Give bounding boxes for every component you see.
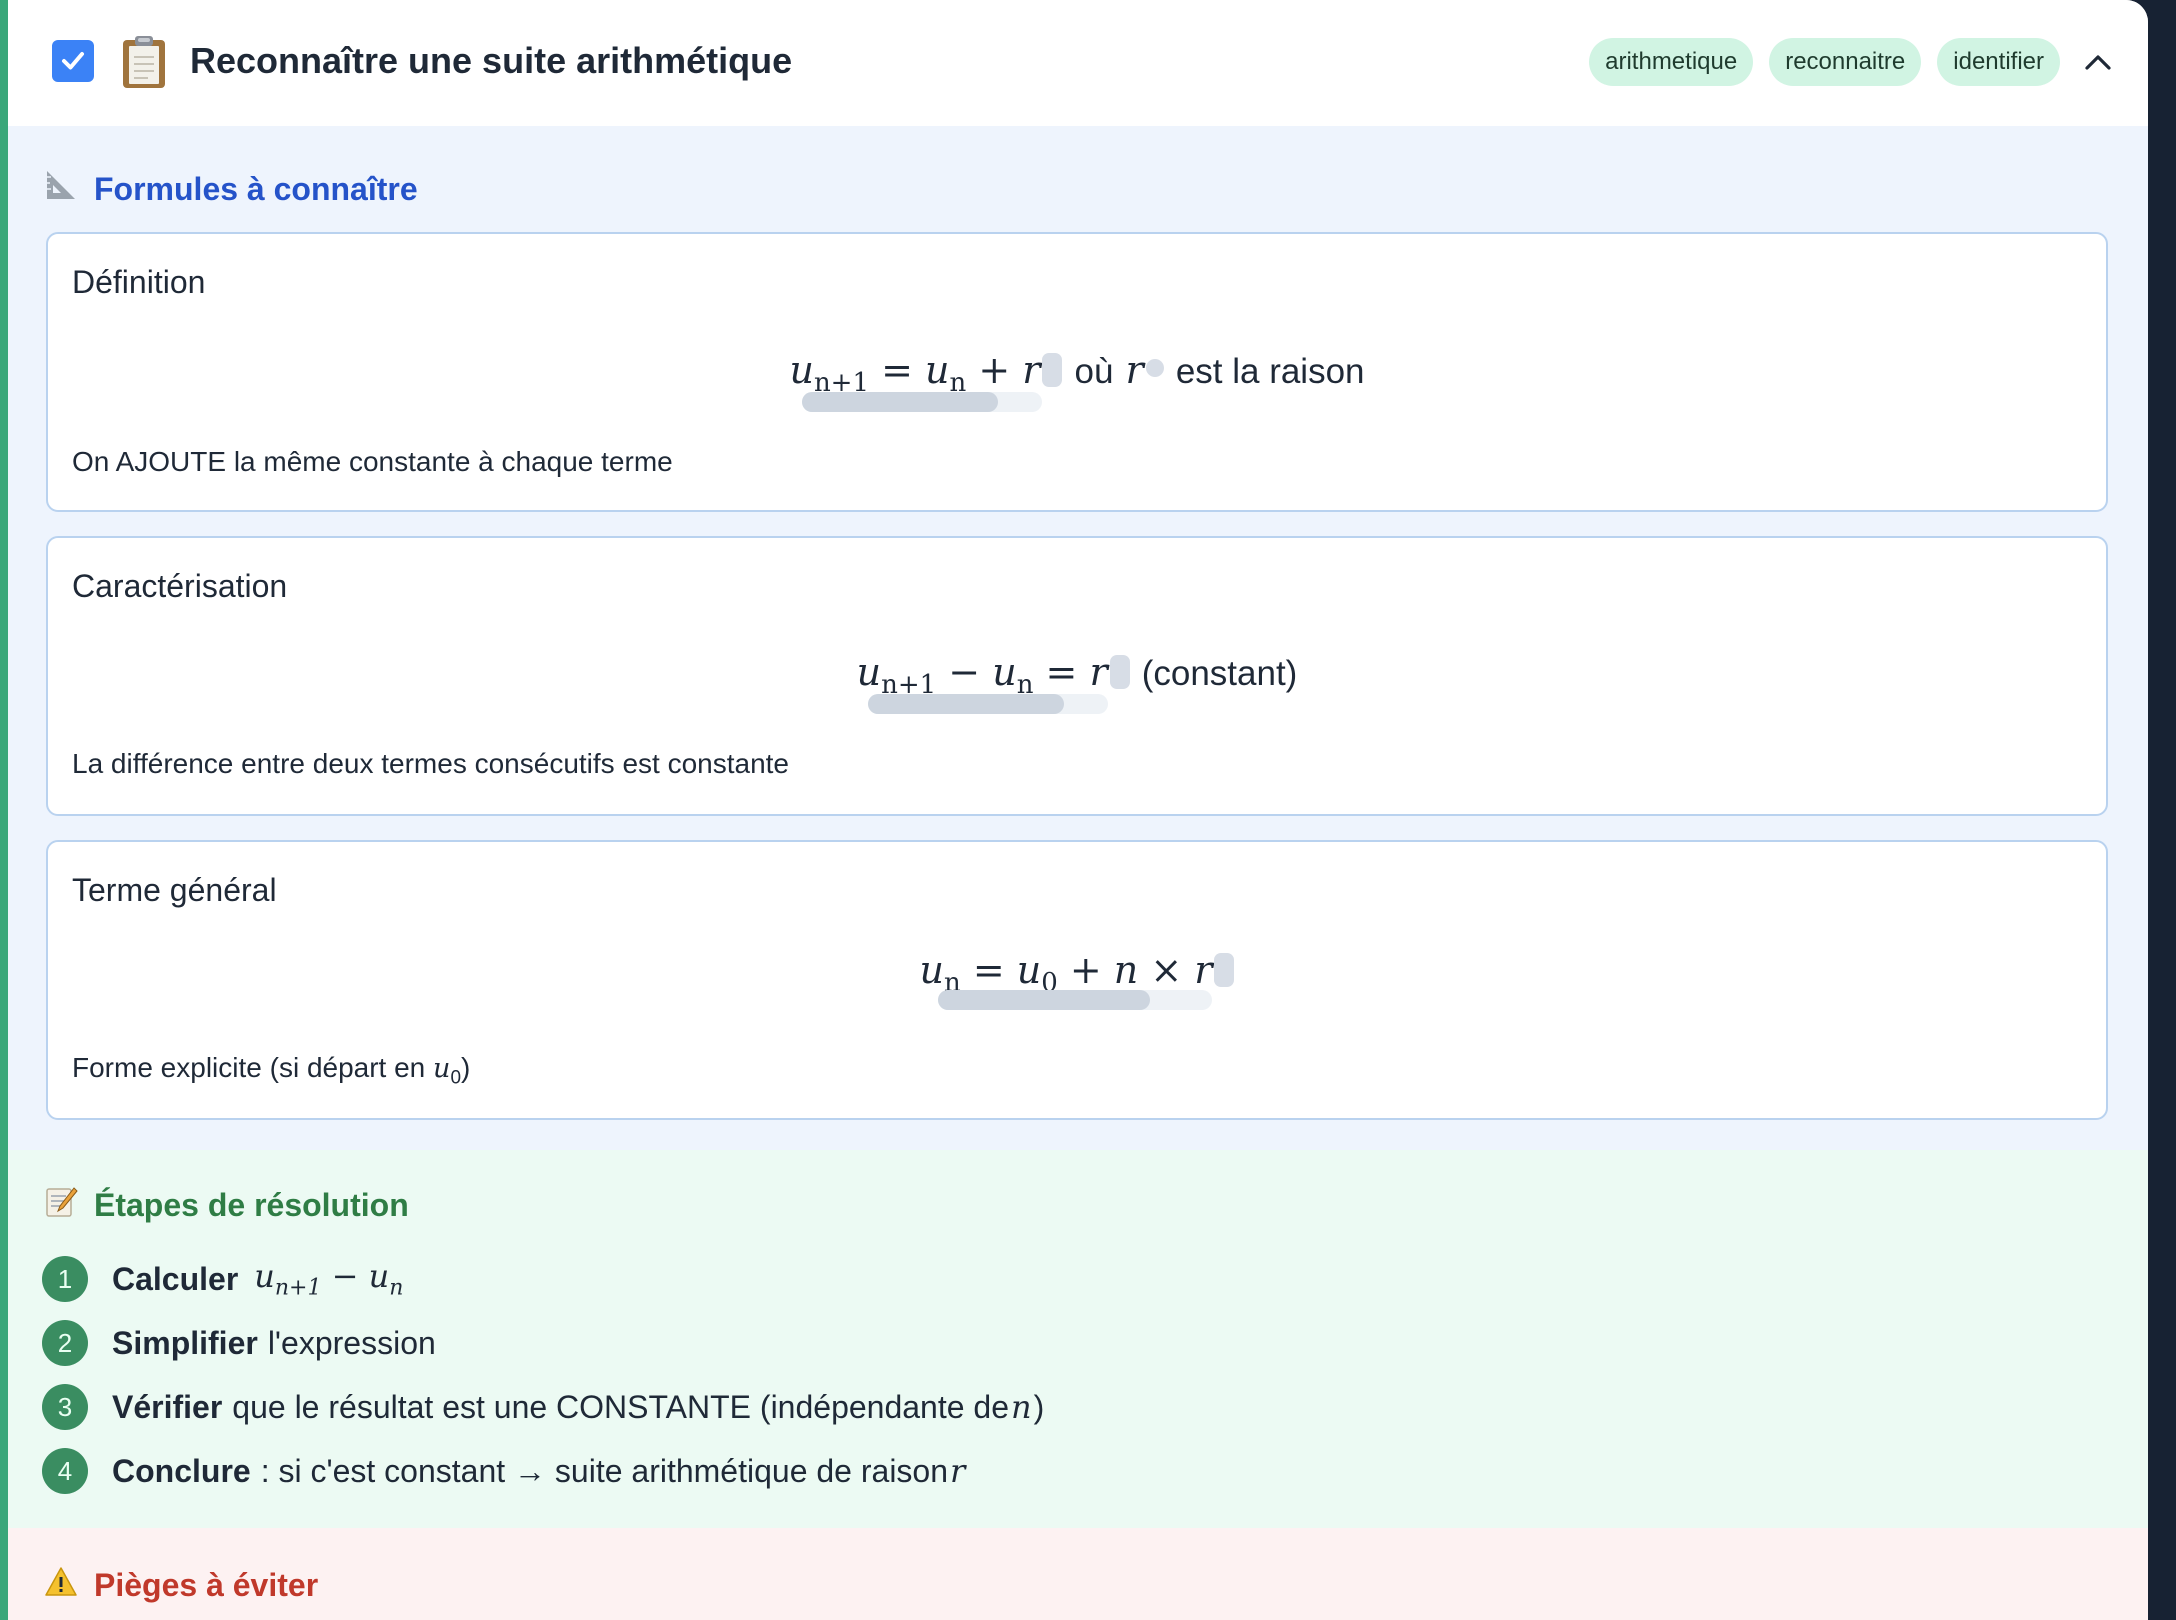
math-var: u [992,650,1017,694]
steps-heading-label: Étapes de résolution [94,1187,409,1223]
math-sub: 0 [450,1067,462,1089]
chevron-up-icon[interactable] [2080,44,2116,80]
formula-loading-bar [868,694,1108,714]
math-var: u [368,1257,390,1296]
math-expression: un+1 − un [254,1257,403,1300]
step-verb: Calculer [112,1260,239,1297]
formula-box-caracterisation: Caractérisation un+1 − un = r (constant)… [46,536,2108,816]
math-op: = [960,948,1017,992]
math-op: = [869,348,926,392]
loading-placeholder [1042,353,1063,387]
math-var: u [925,348,950,392]
math-var: u [1016,948,1042,992]
math-var: r [1125,348,1144,392]
formula-description: La différence entre deux termes consécut… [72,748,790,779]
done-checkbox[interactable] [52,40,94,82]
card-title: Reconnaître une suite arithmétique [190,40,793,81]
math-var: u [919,948,945,992]
loading-placeholder [1145,359,1164,377]
math-op: = [1033,650,1090,694]
math-var: r [1089,650,1108,694]
tag-list: arithmetique reconnaitre identifier [1589,38,2060,86]
step-verb: Conclure [112,1452,251,1489]
formula-description: Forme explicite (si départ en u0) [72,1048,470,1099]
memo-icon [44,1182,84,1228]
math-op: − [321,1257,369,1296]
math-op: + [966,348,1023,392]
formulas-section: Formules à connaître Définition un+1 = u… [8,126,2148,1150]
math-text: est la raison [1175,352,1365,391]
math-var: n [1113,948,1139,992]
math-sub: n [389,1275,404,1301]
tag-arithmetique[interactable]: arithmetique [1589,38,1754,86]
step-text: : si c'est constant → suite arithmétique… [260,1452,949,1489]
loading-placeholder [1214,953,1235,987]
formulas-heading-label: Formules à connaître [94,171,418,207]
math-op: − [936,650,993,694]
formulas-heading: Formules à connaître [44,166,418,212]
clipboard-icon [123,36,165,88]
triangle-ruler-icon [44,166,84,212]
math-op: + [1057,948,1114,992]
math-var: n [1011,1388,1032,1426]
math-var: r [1194,948,1213,992]
formula-box-definition: Définition un+1 = un + r où r est la rai… [46,232,2108,512]
formula-loading-bar [938,990,1212,1010]
step-text: que le résultat est une CONSTANTE (indép… [232,1388,1010,1425]
math-op: × [1138,948,1195,992]
step-item: 2 Simplifier l'expression [42,1318,436,1368]
math-var: u [789,348,814,392]
math-var: u [856,650,882,694]
step-item: 4 Conclure : si c'est constant → suite a… [42,1446,967,1496]
formula-title: Définition [72,264,206,300]
tag-identifier[interactable]: identifier [1937,38,2060,86]
step-number: 3 [42,1384,88,1430]
tag-reconnaitre[interactable]: reconnaitre [1769,38,1922,86]
math-var: r [950,1452,966,1490]
steps-section: Étapes de résolution 1 Calculer un+1 − u… [8,1150,2148,1528]
math-var: r [1022,348,1041,392]
card-header[interactable]: Reconnaître une suite arithmétique arith… [8,0,2148,126]
pitfalls-heading: Pièges à éviter [44,1562,318,1608]
desc-text: ) [461,1052,471,1083]
step-item: 1 Calculer un+1 − un [42,1254,409,1304]
checkmark-icon [62,52,84,70]
formula-expression: un+1 = un + r où r est la raison [48,346,2106,407]
math-var: u [254,1257,275,1296]
steps-heading: Étapes de résolution [44,1182,409,1228]
pitfalls-section: Pièges à éviter [8,1528,2148,1620]
math-text: où [1074,352,1114,391]
step-item: 3 Vérifier que le résultat est une CONST… [42,1382,1044,1432]
formula-title: Terme général [72,872,277,908]
warning-icon [44,1562,84,1608]
pitfalls-heading-label: Pièges à éviter [94,1567,319,1603]
step-text: l'expression [267,1324,436,1361]
math-var: u [433,1053,451,1084]
math-text: (constant) [1141,654,1298,693]
step-number: 2 [42,1320,88,1366]
formula-title: Caractérisation [72,568,288,604]
step-verb: Vérifier [112,1388,223,1425]
step-verb: Simplifier [112,1324,258,1361]
loading-placeholder [1109,655,1130,689]
formula-loading-bar [802,392,1042,412]
formula-description: On AJOUTE la même constante à chaque ter… [72,446,673,477]
method-card: Reconnaître une suite arithmétique arith… [0,0,2148,1620]
desc-text: Forme explicite (si départ en [72,1052,434,1083]
step-text: ) [1033,1388,1045,1425]
math-sub: n+1 [274,1275,322,1301]
formula-box-terme-general: Terme général un = u0 + n × r Forme expl… [46,840,2108,1120]
step-number: 1 [42,1256,88,1302]
step-number: 4 [42,1448,88,1494]
